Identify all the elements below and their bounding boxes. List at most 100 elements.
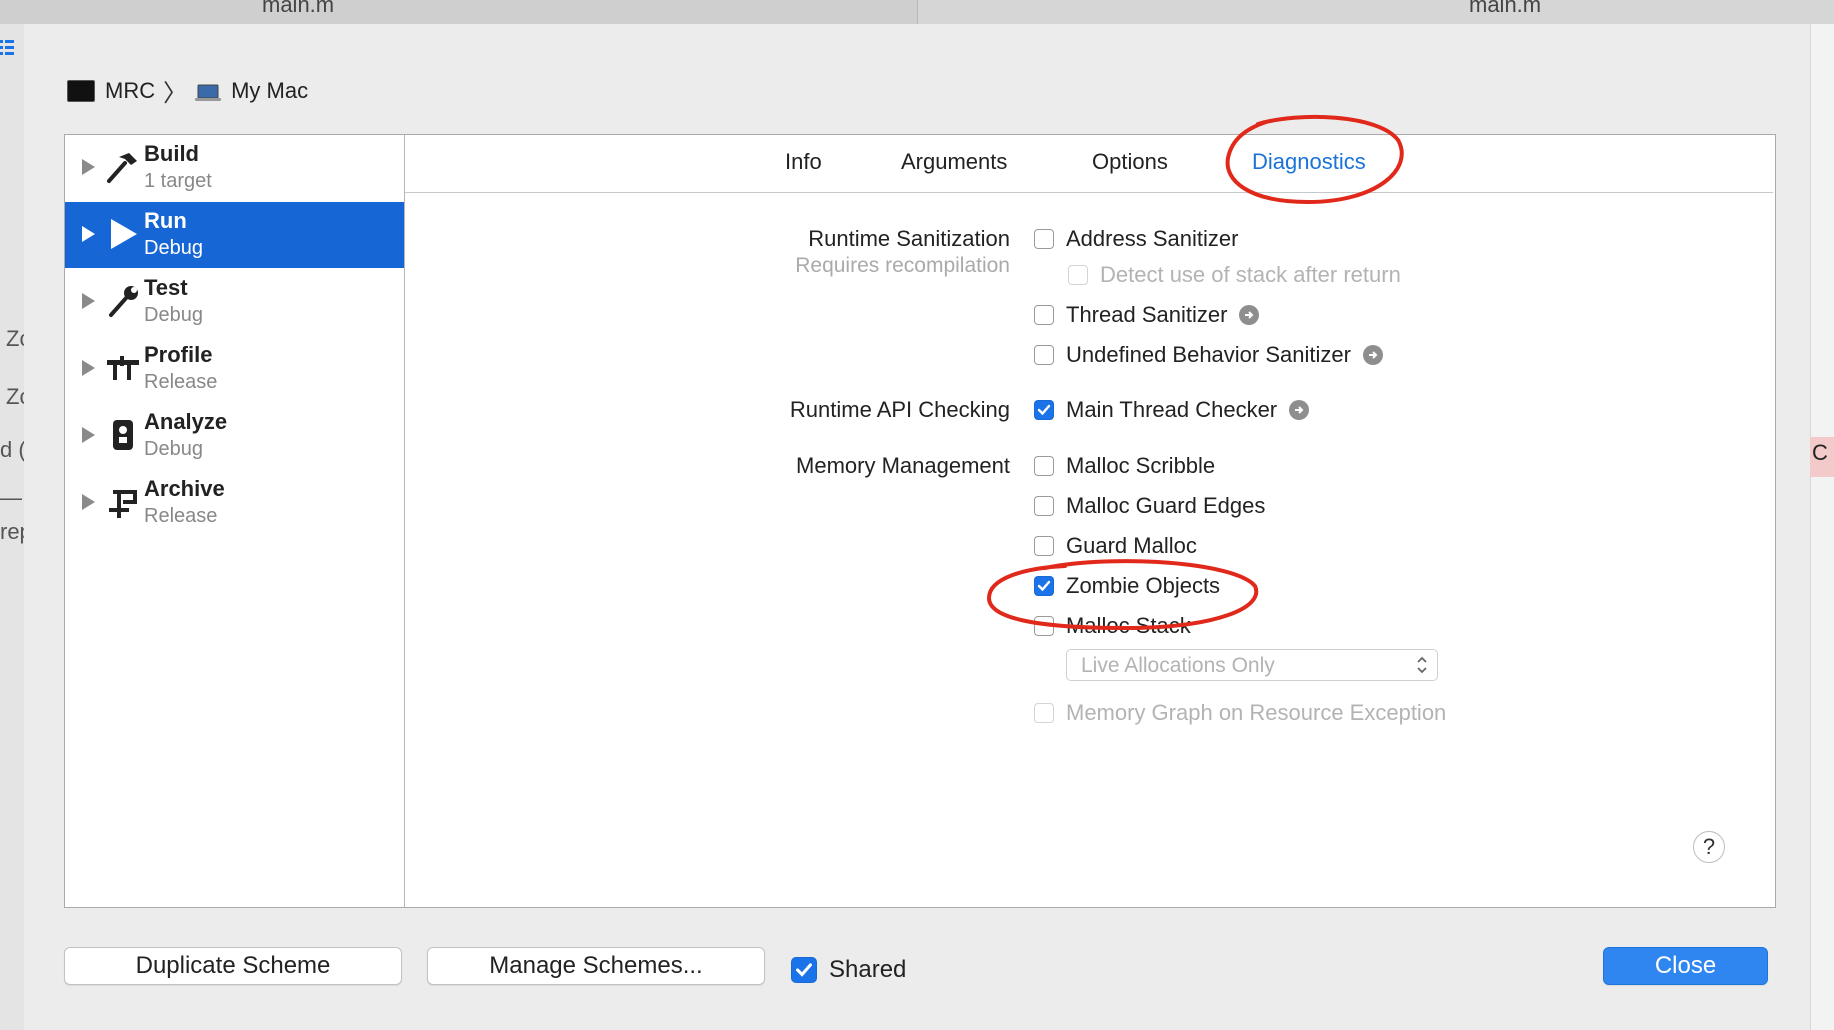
sidebar-item-title: Archive	[144, 476, 225, 501]
breadcrumb-separator: 〉	[163, 80, 188, 107]
malloc-stack-mode-value: Live Allocations Only	[1081, 654, 1275, 677]
background-tab-right-title: main.m	[1469, 0, 1542, 17]
sidebar-item-archive[interactable]: Archive Release	[65, 470, 404, 536]
sidebar-item-build[interactable]: Build 1 target	[65, 135, 404, 201]
disclosure-triangle-icon[interactable]	[82, 360, 95, 376]
play-icon	[105, 216, 141, 252]
duplicate-scheme-button[interactable]: Duplicate Scheme	[64, 947, 402, 985]
wrench-icon	[105, 283, 141, 319]
breadcrumb[interactable]: MRC 〉 My Mac	[67, 73, 308, 108]
malloc-stack-checkbox[interactable]	[1034, 616, 1054, 636]
sidebar-item-subtitle: Debug	[144, 438, 203, 460]
sidebar-item-title: Profile	[144, 342, 213, 367]
runtime-api-checking-label: Runtime API Checking	[789, 397, 1010, 422]
hammer-icon	[105, 149, 141, 185]
guard-malloc-option[interactable]: Guard Malloc	[1034, 533, 1197, 559]
arrow-right-circle-icon[interactable]	[1362, 345, 1383, 365]
memory-management-label: Memory Management	[796, 453, 1010, 478]
background-fragment: d (	[0, 437, 26, 462]
sidebar-item-title: Build	[144, 141, 199, 166]
shared-checkbox[interactable]	[791, 957, 817, 983]
malloc-stack-label: Malloc Stack	[1066, 613, 1191, 638]
zombie-objects-label: Zombie Objects	[1066, 573, 1221, 598]
disclosure-triangle-icon[interactable]	[82, 494, 95, 510]
address-sanitizer-label: Address Sanitizer	[1066, 226, 1239, 251]
background-right-strip	[1810, 24, 1834, 1030]
tab-options[interactable]: Options	[1092, 149, 1168, 175]
tab-bar: Info Arguments Options Diagnostics	[405, 135, 1773, 193]
requires-recompilation-note: Requires recompilation	[795, 254, 1010, 277]
malloc-guard-edges-option[interactable]: Malloc Guard Edges	[1034, 493, 1265, 519]
detect-stack-label: Detect use of stack after return	[1100, 262, 1401, 287]
malloc-stack-option[interactable]: Malloc Stack	[1034, 613, 1191, 639]
sidebar-item-title: Analyze	[144, 409, 228, 434]
sidebar-item-profile[interactable]: Profile Release	[65, 336, 404, 402]
guard-malloc-label: Guard Malloc	[1066, 533, 1197, 558]
chevron-updown-icon	[1415, 653, 1429, 683]
help-button[interactable]: ?	[1693, 831, 1725, 863]
malloc-guard-edges-label: Malloc Guard Edges	[1066, 493, 1266, 518]
zombie-objects-checkbox[interactable]	[1034, 576, 1054, 596]
main-thread-checker-checkbox[interactable]	[1034, 400, 1054, 420]
background-fragment: C	[1812, 440, 1828, 465]
disclosure-triangle-icon[interactable]	[82, 159, 95, 175]
arrow-right-circle-icon[interactable]	[1289, 400, 1310, 420]
disclosure-triangle-icon[interactable]	[82, 427, 95, 443]
breadcrumb-scheme[interactable]: MRC	[105, 78, 155, 104]
undefined-behavior-sanitizer-checkbox[interactable]	[1034, 345, 1054, 365]
instruments-icon	[105, 350, 141, 386]
detect-stack-option: Detect use of stack after return	[1068, 262, 1401, 288]
background-tab-left[interactable]	[0, 0, 918, 24]
zombie-objects-option[interactable]: Zombie Objects	[1034, 573, 1220, 599]
malloc-stack-mode-select: Live Allocations Only	[1066, 649, 1438, 681]
analyze-icon	[105, 417, 141, 453]
guard-malloc-checkbox[interactable]	[1034, 536, 1054, 556]
disclosure-triangle-icon[interactable]	[82, 226, 95, 242]
address-sanitizer-option[interactable]: Address Sanitizer	[1034, 226, 1238, 252]
tab-arguments[interactable]: Arguments	[901, 149, 1007, 175]
background-tab-left-title: main.m	[262, 0, 335, 17]
shared-label: Shared	[829, 956, 907, 983]
manage-schemes-button[interactable]: Manage Schemes...	[427, 947, 765, 985]
tab-info[interactable]: Info	[785, 149, 822, 175]
malloc-scribble-option[interactable]: Malloc Scribble	[1034, 453, 1215, 479]
thread-sanitizer-label: Thread Sanitizer	[1066, 302, 1228, 327]
address-sanitizer-checkbox[interactable]	[1034, 229, 1054, 249]
memory-graph-label: Memory Graph on Resource Exception	[1066, 700, 1447, 725]
detect-stack-checkbox	[1068, 265, 1088, 285]
sidebar-item-subtitle: 1 target	[144, 170, 212, 192]
thread-sanitizer-checkbox[interactable]	[1034, 305, 1054, 325]
archive-icon	[105, 484, 141, 520]
malloc-guard-edges-checkbox[interactable]	[1034, 496, 1054, 516]
tab-diagnostics[interactable]: Diagnostics	[1252, 149, 1366, 175]
memory-graph-option: Memory Graph on Resource Exception	[1034, 700, 1446, 726]
memory-graph-checkbox	[1034, 703, 1054, 723]
sidebar-item-subtitle: Debug	[144, 237, 203, 259]
malloc-scribble-label: Malloc Scribble	[1066, 453, 1216, 478]
scheme-action-sidebar: Build 1 target Run Debug Test Debug Prof…	[65, 135, 405, 907]
disclosure-triangle-icon[interactable]	[82, 293, 95, 309]
thread-sanitizer-option[interactable]: Thread Sanitizer	[1034, 302, 1260, 328]
sidebar-item-title: Run	[144, 208, 187, 233]
breadcrumb-destination[interactable]: My Mac	[231, 78, 308, 104]
sidebar-item-title: Test	[144, 275, 188, 300]
terminal-app-icon	[67, 79, 95, 102]
laptop-icon	[195, 82, 222, 101]
main-thread-checker-option[interactable]: Main Thread Checker	[1034, 397, 1310, 423]
runtime-sanitization-label: Runtime Sanitization	[808, 226, 1010, 251]
list-icon	[0, 38, 14, 56]
sidebar-item-subtitle: Release	[144, 505, 218, 527]
sidebar-item-run[interactable]: Run Debug	[65, 202, 404, 268]
sidebar-item-analyze[interactable]: Analyze Debug	[65, 403, 404, 469]
main-thread-checker-label: Main Thread Checker	[1066, 397, 1278, 422]
arrow-right-circle-icon[interactable]	[1239, 305, 1260, 325]
undefined-behavior-sanitizer-label: Undefined Behavior Sanitizer	[1066, 342, 1351, 367]
sidebar-item-subtitle: Debug	[144, 304, 203, 326]
sidebar-item-subtitle: Release	[144, 371, 218, 393]
malloc-scribble-checkbox[interactable]	[1034, 456, 1054, 476]
close-button[interactable]: Close	[1603, 947, 1768, 985]
undefined-behavior-sanitizer-option[interactable]: Undefined Behavior Sanitizer	[1034, 342, 1383, 368]
sidebar-item-test[interactable]: Test Debug	[65, 269, 404, 335]
background-fragment: —	[0, 485, 22, 510]
shared-option[interactable]: Shared	[791, 956, 906, 984]
